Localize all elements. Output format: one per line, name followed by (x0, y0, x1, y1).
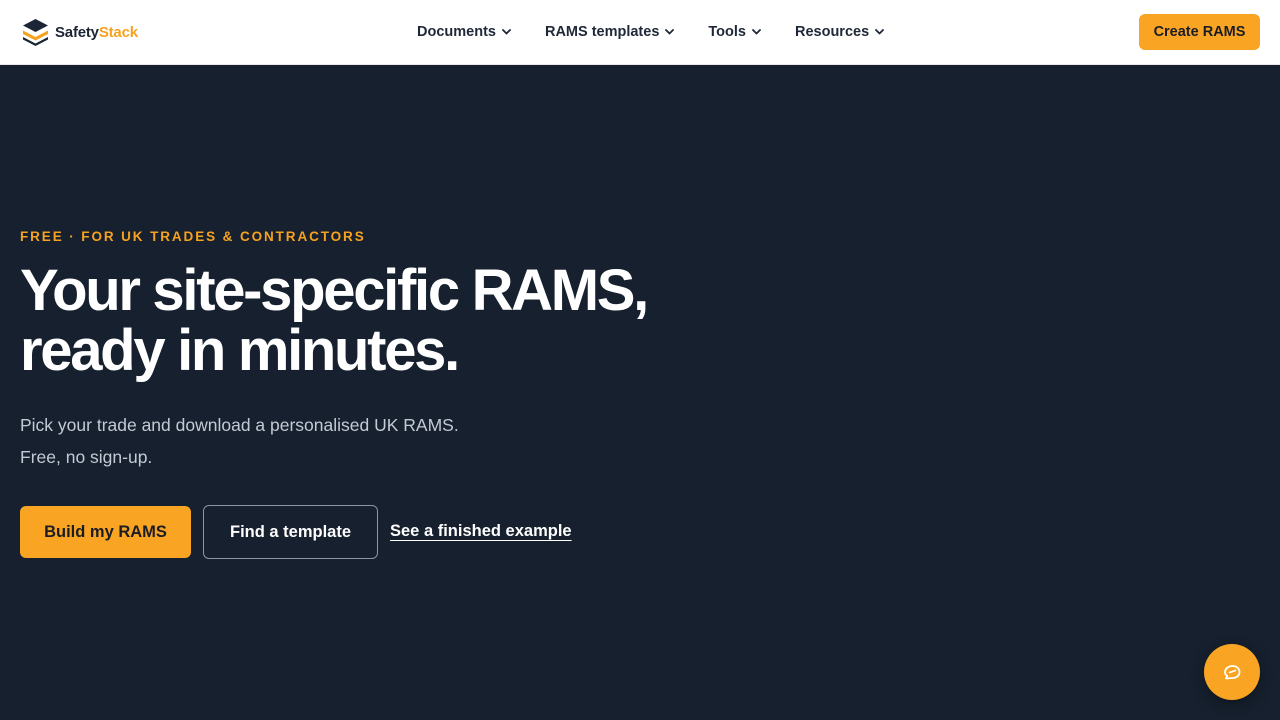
nav-item-label: Tools (708, 24, 746, 40)
nav-item-label: Documents (417, 24, 496, 40)
nav-item-label: Resources (794, 24, 870, 40)
chevron-down-icon (752, 29, 761, 35)
hero-headline: Your site-specific RAMS, ready in minute… (20, 261, 740, 381)
chevron-down-icon (875, 29, 885, 35)
hero-subtitle-line2: Free, no sign-up. (20, 447, 153, 467)
hero-subtitle: Pick your trade and download a personali… (20, 409, 459, 473)
hero-headline-line1: Your site-specific RAMS, (20, 258, 649, 323)
hero-subtitle-line1: Pick your trade and download a personali… (20, 415, 459, 435)
find-template-button[interactable]: Find a template (203, 505, 378, 559)
chevron-down-icon (665, 29, 675, 35)
see-example-link[interactable]: See a finished example (390, 522, 572, 541)
top-navigation-bar: SafetyStack Documents RAMS templates Too… (0, 0, 1280, 65)
nav-item-label: RAMS templates (544, 24, 660, 40)
brand-logo-link[interactable]: SafetyStack (22, 17, 138, 47)
nav-item-rams-templates[interactable]: RAMS templates (544, 24, 675, 40)
create-rams-button[interactable]: Create RAMS (1139, 14, 1260, 50)
chevron-down-icon (502, 29, 511, 35)
main-nav: Documents RAMS templates Tools Resources (417, 0, 918, 64)
hero-eyebrow: FREE · FOR UK TRADES & CONTRACTORS (20, 229, 366, 244)
brand-name: SafetyStack (55, 24, 138, 41)
build-my-rams-button[interactable]: Build my RAMS (20, 506, 191, 558)
hero-headline-line2: ready in minutes. (20, 318, 460, 383)
chat-launcher-button[interactable] (1204, 644, 1260, 700)
nav-item-documents[interactable]: Documents (417, 24, 511, 40)
hero-section: FREE · FOR UK TRADES & CONTRACTORS Your … (0, 65, 1280, 720)
chat-bubble-icon (1224, 665, 1241, 680)
brand-name-part2: Stack (98, 23, 138, 41)
nav-item-resources[interactable]: Resources (794, 24, 885, 40)
brand-name-part1: Safety (55, 23, 99, 41)
layered-stack-icon (23, 19, 48, 46)
nav-item-tools[interactable]: Tools (708, 24, 761, 40)
